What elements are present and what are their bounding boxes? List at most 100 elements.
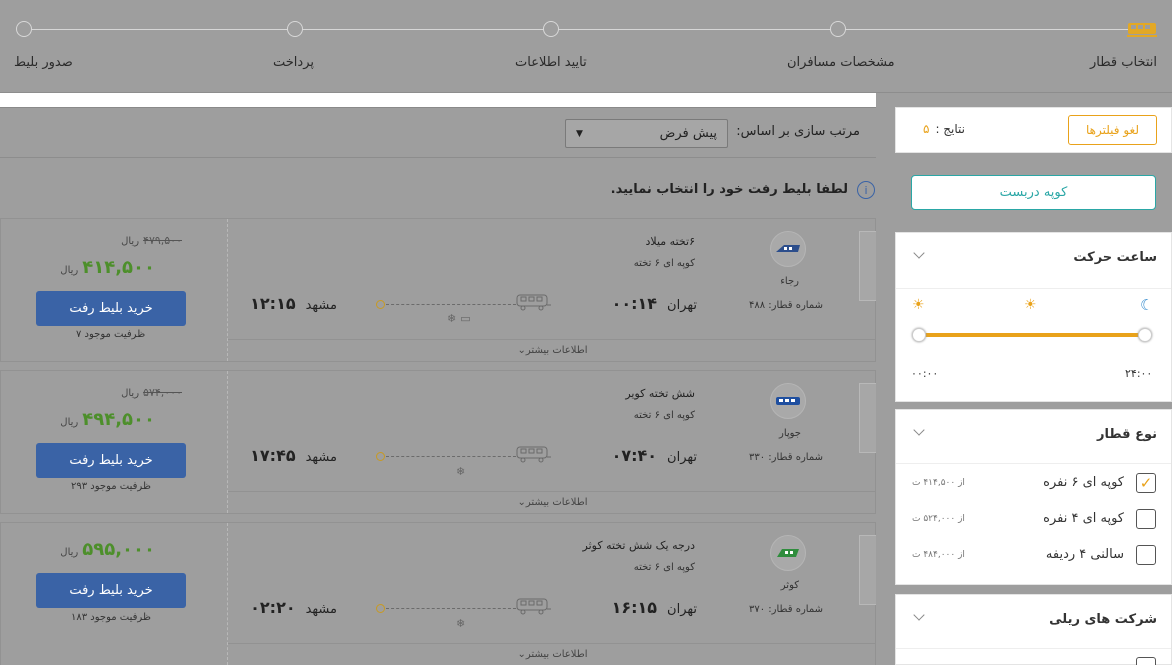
checkbox[interactable] <box>1136 545 1156 565</box>
range-start-label: ۰۰:۰۰ <box>911 367 939 380</box>
origin-city: تهران <box>667 298 697 313</box>
ac-icon: ❄ <box>456 617 466 630</box>
coupe-darbast-button[interactable]: کوپه دربست <box>911 175 1156 210</box>
arrive-time: ۱۷:۴۵ <box>250 446 296 465</box>
step-dot-confirm <box>543 21 559 37</box>
chevron-down-icon: ⌄ <box>517 345 526 356</box>
booking-stepper: انتخاب قطار مشخصات مسافران تایید اطلاعات… <box>0 0 1172 93</box>
price: ۵۹۵,۰۰۰ <box>82 539 155 560</box>
info-icon: i <box>857 181 875 199</box>
train-step-icon <box>1127 20 1157 38</box>
chevron-down-icon[interactable] <box>913 247 925 259</box>
option-price: از ۵۲۴,۰۰۰ ت <box>912 514 965 524</box>
option-label: سالنی ۴ ردیفه <box>1045 547 1124 562</box>
ticket-card: ۵۷۴,۰۰۰ ریال ۴۹۴,۵۰۰ ریال خرید بلیط رفت … <box>0 370 877 514</box>
chevron-down-icon[interactable] <box>913 609 925 621</box>
arrive-time: ۰۲:۲۰ <box>250 598 296 617</box>
capacity-text: ظرفیت موجود ۱۸۳ <box>71 612 151 623</box>
coupe-type: کوپه ای ۶ تخته <box>633 410 695 421</box>
checkbox[interactable] <box>1136 657 1156 665</box>
results-count: نتایج : ۵ <box>922 122 965 136</box>
ticket-card: ۴۷۹,۵۰۰ ریال ۴۱۴,۵۰۰ ریال خرید بلیط رفت … <box>0 218 877 362</box>
price: ۴۹۴,۵۰۰ <box>82 409 155 430</box>
clear-filters-button[interactable]: لغو فیلترها <box>1068 115 1157 145</box>
company-logo-icon <box>770 383 806 419</box>
train-type-title: نوع قطار <box>1097 427 1157 442</box>
check-icon: ✓ <box>1139 474 1153 492</box>
sun-icon: ☀ <box>1024 297 1037 313</box>
route-start-dot <box>376 452 385 461</box>
capacity-text: ظرفیت موجود ۲۹۳ <box>71 481 151 492</box>
checkbox[interactable] <box>1136 509 1156 529</box>
rail-companies-filter: شرکت های ریلی <box>895 594 1172 665</box>
currency: ریال <box>60 547 79 558</box>
currency: ریال <box>121 236 140 247</box>
range-handle-start[interactable] <box>912 328 926 342</box>
buy-ticket-button[interactable]: خرید بلیط رفت <box>36 291 186 326</box>
company-name: کوثر <box>780 580 799 591</box>
train-type-option[interactable]: کوپه ای ۴ نفره از ۵۲۴,۰۰۰ ت <box>896 506 1171 536</box>
depart-time: ۰۷:۴۰ <box>611 446 658 465</box>
range-handle-end[interactable] <box>1138 328 1152 342</box>
results-card: لغو فیلترها نتایج : ۵ <box>895 107 1172 153</box>
amenities: ❄ ▭ <box>447 312 471 325</box>
results-panel: مرتب سازی بر اساس: ▼ پیش فرض i لطفا بلیط… <box>0 107 877 665</box>
more-info-link[interactable]: ⌄ اطلاعات بیشتر <box>228 643 877 665</box>
step-label-issue: صدور بلیط <box>14 55 73 70</box>
step-dot-passengers <box>830 21 846 37</box>
chevron-down-icon: ▼ <box>576 128 583 139</box>
company-name: جوپار <box>778 428 801 439</box>
destination-city: مشهد <box>305 602 337 617</box>
chevron-down-icon: ⌄ <box>517 649 526 660</box>
currency: ریال <box>60 417 79 428</box>
destination-city: مشهد <box>305 450 337 465</box>
sort-select[interactable]: ▼ پیش فرض <box>565 119 728 148</box>
capacity-text: ظرفیت موجود ۷ <box>76 329 146 340</box>
buy-ticket-button[interactable]: خرید بلیط رفت <box>36 443 186 478</box>
time-range-track[interactable] <box>918 333 1146 337</box>
chevron-down-icon: ⌄ <box>517 497 526 508</box>
route-line <box>386 608 516 609</box>
price: ۴۱۴,۵۰۰ <box>82 257 155 278</box>
ac-icon: ❄ <box>447 312 457 325</box>
train-number: شماره قطار: ۳۷۰ <box>749 604 823 615</box>
option-price: از ۴۱۴,۵۰۰ ت <box>912 478 965 488</box>
train-number: شماره قطار: ۳۳۰ <box>749 452 823 463</box>
train-type-option[interactable]: ✓ کوپه ای ۶ نفره از ۴۱۴,۵۰۰ ت <box>896 470 1171 500</box>
more-info-link[interactable]: ⌄ اطلاعات بیشتر <box>228 339 877 361</box>
step-label-passengers: مشخصات مسافران <box>787 55 895 70</box>
route-start-dot <box>376 604 385 613</box>
arrive-time: ۱۲:۱۵ <box>250 294 296 313</box>
step-label-select-train: انتخاب قطار <box>1090 55 1157 70</box>
sunrise-icon: ☀ <box>912 297 925 313</box>
train-name: ۶تخته میلاد <box>645 235 695 248</box>
train-route-icon <box>516 445 552 466</box>
sort-selected-value: پیش فرض <box>659 126 717 141</box>
train-route-icon <box>516 293 552 314</box>
departure-title: ساعت حرکت <box>1073 250 1157 265</box>
step-label-payment: پرداخت <box>273 55 314 70</box>
train-type-filter: نوع قطار ✓ کوپه ای ۶ نفره از ۴۱۴,۵۰۰ ت ک… <box>895 409 1172 585</box>
company-logo-icon <box>770 231 806 267</box>
ticket-card: ۵۹۵,۰۰۰ ریال خرید بلیط رفت ظرفیت موجود ۱… <box>0 522 877 665</box>
option-price: از ۴۸۴,۰۰۰ ت <box>912 550 965 560</box>
tv-icon: ▭ <box>460 312 471 325</box>
train-name: درجه یک شش تخته کوثر <box>582 539 695 552</box>
company-logo-icon <box>770 535 806 571</box>
range-end-label: ۲۴:۰۰ <box>1125 367 1153 380</box>
company-name: رجاء <box>780 276 799 287</box>
buy-ticket-button[interactable]: خرید بلیط رفت <box>36 573 186 608</box>
checkbox-checked[interactable]: ✓ <box>1136 473 1156 493</box>
destination-city: مشهد <box>305 298 337 313</box>
route-line <box>386 304 516 305</box>
chevron-down-icon[interactable] <box>913 424 925 436</box>
train-route-icon <box>516 597 552 618</box>
route-start-dot <box>376 300 385 309</box>
notice-text: لطفا بلیط رفت خود را انتخاب نمایید. <box>610 182 848 197</box>
old-price: ۵۷۴,۰۰۰ <box>143 386 182 399</box>
rail-companies-title: شرکت های ریلی <box>1049 612 1157 627</box>
stepper-line <box>24 29 1140 30</box>
sort-label: مرتب سازی بر اساس: <box>736 124 860 139</box>
train-type-option[interactable]: سالنی ۴ ردیفه از ۴۸۴,۰۰۰ ت <box>896 542 1171 572</box>
more-info-link[interactable]: ⌄ اطلاعات بیشتر <box>228 491 877 513</box>
